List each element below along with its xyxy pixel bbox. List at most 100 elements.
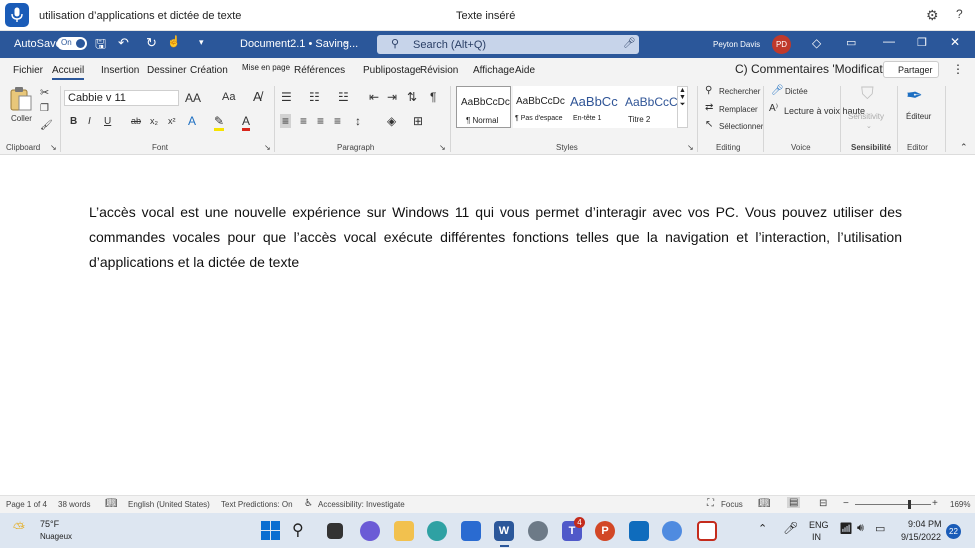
clock-date[interactable]: 9/15/2022 [901, 532, 941, 542]
numbering-icon[interactable]: ☷ [309, 90, 320, 104]
tab-aide[interactable]: Aide [515, 65, 535, 76]
wifi-icon[interactable]: 📶︎ [839, 522, 853, 535]
tab-mise-en-page[interactable]: Mise en page [242, 63, 290, 72]
document-canvas[interactable]: L’accès vocal est une nouvelle expérienc… [0, 155, 975, 495]
shading-icon[interactable]: ◈ [387, 114, 396, 128]
line-spacing-icon[interactable]: ↕ [355, 114, 361, 128]
microphone-icon[interactable]: 🎤︎ [623, 38, 636, 49]
style-normal[interactable]: AaBbCcDc ¶ Normal [456, 86, 511, 128]
paste-button[interactable] [9, 86, 35, 112]
microphone-icon[interactable]: 🎤︎ [783, 521, 798, 535]
minimize-icon[interactable]: — [883, 34, 895, 48]
find-button[interactable]: Rechercher [719, 87, 760, 96]
tab-fichier[interactable]: Fichier [13, 65, 43, 76]
help-button[interactable]: ? [956, 7, 963, 21]
collapse-ribbon-icon[interactable]: ⌃ [960, 142, 968, 153]
file-explorer-icon[interactable] [394, 521, 414, 541]
avatar[interactable]: PD [772, 35, 791, 54]
editor-button[interactable]: Éditeur [906, 112, 931, 121]
focus-button[interactable]: Focus [721, 500, 743, 509]
style-en-tete-1[interactable]: AaBbCc En-tête 1 [568, 86, 623, 128]
bullets-icon[interactable]: ☰ [281, 90, 292, 104]
mail-icon[interactable] [629, 521, 649, 541]
edge-icon[interactable] [427, 521, 447, 541]
weather-icon[interactable]: ⛅︎ [13, 520, 25, 537]
ribbon-display-icon[interactable]: ▭ [846, 36, 856, 49]
tab-references[interactable]: Références [294, 65, 345, 76]
diamond-icon[interactable]: ◇ [812, 36, 821, 50]
grow-font-button[interactable]: AA [185, 91, 201, 105]
zoom-out-button[interactable]: − [843, 498, 849, 509]
replace-button[interactable]: Remplacer [719, 105, 758, 114]
proofing-icon[interactable]: 📖︎ [105, 498, 118, 509]
sort-icon[interactable]: ⇅ [407, 90, 417, 104]
chevron-down-icon[interactable]: ⌄ [342, 36, 350, 47]
strikethrough-button[interactable]: ab [131, 116, 141, 126]
justify-icon[interactable]: ≡ [334, 114, 341, 128]
touch-mode-icon[interactable]: ☝ [167, 35, 181, 48]
undo-icon[interactable]: ↶ [118, 35, 129, 51]
dictate-button[interactable]: Dictée [785, 87, 808, 96]
restore-icon[interactable]: ❐ [917, 36, 927, 49]
gear-icon[interactable]: ⚙ [926, 7, 939, 24]
italic-button[interactable]: I [88, 116, 91, 127]
tab-affichage[interactable]: Affichage [473, 65, 515, 76]
font-dialog-launcher-icon[interactable]: ↘ [264, 143, 271, 152]
select-button[interactable]: Sélectionner [719, 122, 763, 131]
weather-desc[interactable]: Nuageux [40, 532, 72, 541]
teams-chat-icon[interactable] [360, 521, 380, 541]
tab-publipostage[interactable]: Publipostage [363, 65, 421, 76]
subscript-button[interactable]: x₂ [150, 116, 158, 126]
text-effects-button[interactable]: A [188, 114, 196, 128]
word-count[interactable]: 38 words [58, 500, 90, 509]
more-options-icon[interactable]: ⋮ [952, 62, 964, 76]
accessibility-status[interactable]: Accessibility: Investigate [318, 500, 405, 509]
start-icon[interactable] [261, 521, 280, 540]
increase-indent-icon[interactable]: ⇥ [387, 90, 397, 104]
style-titre-2[interactable]: AaBbCcC Titre 2 [623, 86, 678, 128]
text-predictions-status[interactable]: Text Predictions: On [221, 500, 293, 509]
styles-gallery-scroll[interactable]: ▲ ▼ ⏷ [677, 86, 688, 128]
zoom-level[interactable]: 169% [950, 500, 970, 509]
highlight-button[interactable]: ✎ [214, 114, 225, 131]
tab-accueil[interactable]: Accueil [52, 65, 85, 80]
customize-qat-icon[interactable]: ▾ [199, 37, 204, 48]
align-left-icon[interactable]: ≡ [280, 114, 292, 128]
superscript-button[interactable]: x² [168, 116, 176, 126]
print-layout-icon[interactable]: ▤ [787, 497, 801, 508]
search-box[interactable]: ⚲ Search (Alt+Q) 🎤︎ [377, 35, 639, 54]
settings-taskbar-icon[interactable] [528, 521, 548, 541]
page-count[interactable]: Page 1 of 4 [6, 500, 47, 509]
align-center-icon[interactable]: ≡ [300, 114, 307, 128]
powerpoint-icon[interactable]: P [595, 521, 615, 541]
style-pas-d-espace[interactable]: AaBbCcDc ¶ Pas d'espace [513, 86, 568, 128]
save-icon[interactable]: 🖫 [95, 35, 106, 57]
tab-creation[interactable]: Création [190, 65, 228, 76]
word-taskbar-icon[interactable]: W [494, 521, 514, 541]
weather-temp[interactable]: 75°F [40, 519, 59, 529]
document-title[interactable]: Document2.1 • Saving... [240, 38, 358, 50]
clear-format-icon[interactable]: A̸ [253, 89, 262, 104]
multilevel-list-icon[interactable]: ☳ [338, 90, 349, 104]
web-layout-icon[interactable]: ⊟ [819, 498, 827, 509]
dialog-launcher-icon[interactable]: ↘ [50, 143, 57, 152]
clock-time[interactable]: 9:04 PM [908, 519, 942, 529]
share-button[interactable]: Partager [883, 61, 939, 78]
styles-dialog-launcher-icon[interactable]: ↘ [687, 143, 694, 152]
align-right-icon[interactable]: ≡ [317, 114, 324, 128]
font-color-button[interactable]: A [242, 114, 251, 131]
bold-button[interactable]: B [70, 116, 77, 127]
autosave-toggle[interactable]: On [57, 37, 87, 50]
paragraph-dialog-launcher-icon[interactable]: ↘ [439, 143, 446, 152]
close-icon[interactable]: ✕ [950, 35, 960, 49]
user-name[interactable]: Peyton Davis [713, 40, 760, 49]
zoom-slider-thumb[interactable] [908, 500, 911, 509]
decrease-indent-icon[interactable]: ⇤ [369, 90, 379, 104]
taskbar-search-icon[interactable]: ⚲ [292, 520, 304, 540]
document-body[interactable]: L’accès vocal est une nouvelle expérienc… [89, 200, 902, 275]
copy-icon[interactable]: ❐ [40, 103, 49, 114]
redo-icon[interactable]: ↻ [146, 35, 157, 51]
snipping-tool-icon[interactable] [697, 521, 717, 541]
voice-mic-button[interactable] [5, 3, 29, 27]
format-painter-icon[interactable]: 🖌︎ [40, 120, 53, 131]
